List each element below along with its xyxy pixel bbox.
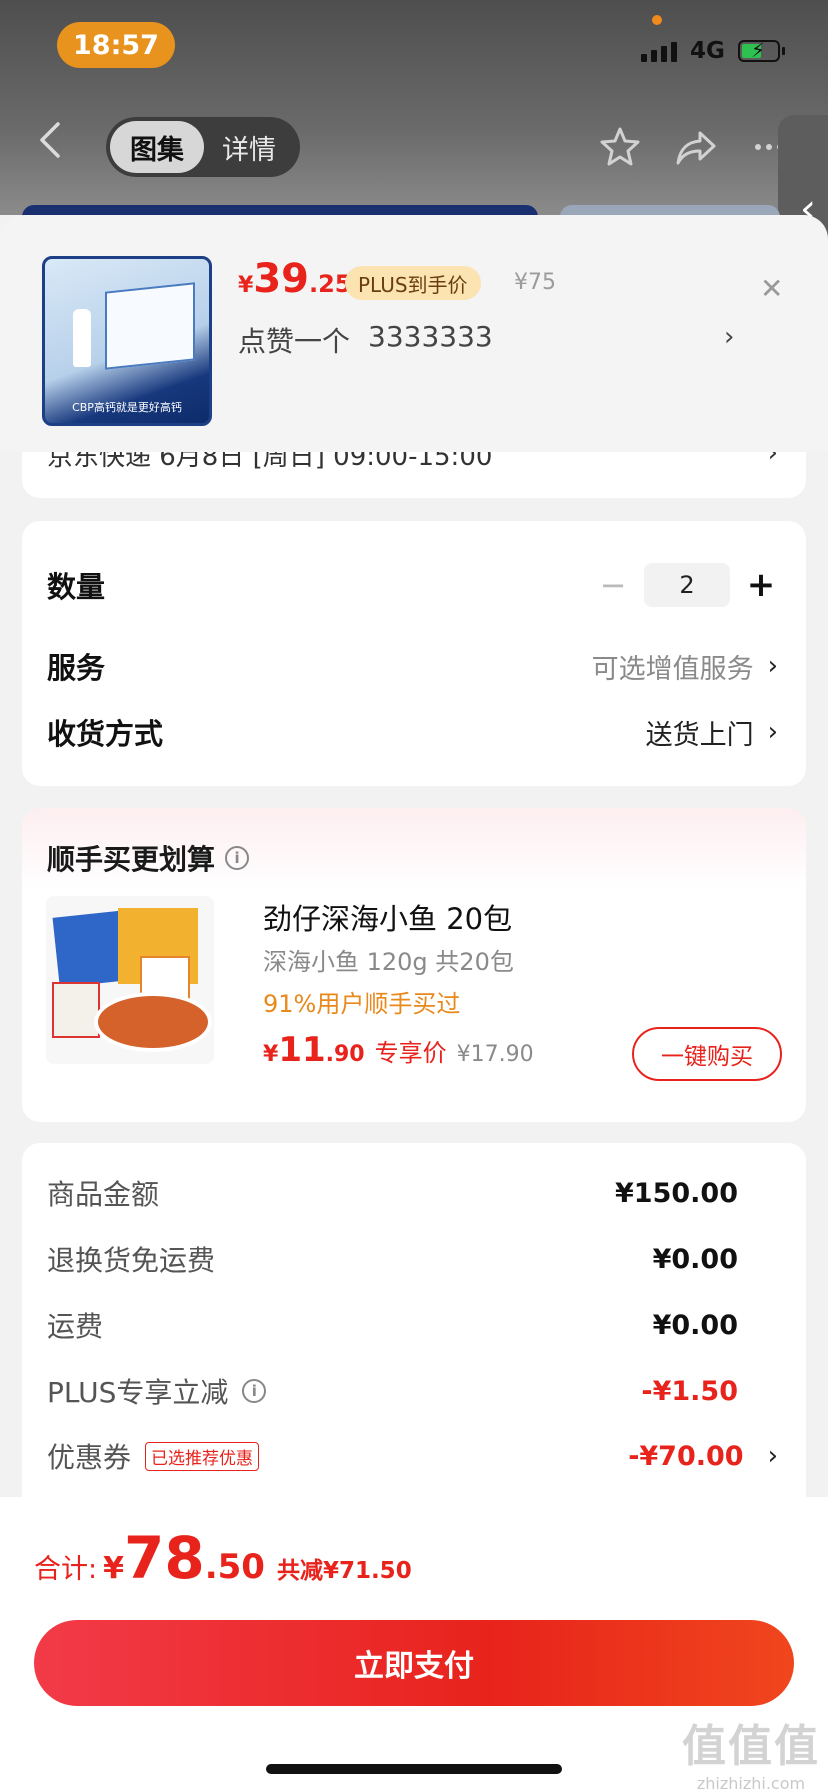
snack-spec: 深海小鱼 120g 共20包	[263, 948, 514, 976]
info-icon[interactable]: i	[225, 846, 250, 870]
quantity-stepper: − 2 +	[596, 563, 778, 607]
cross-sell-title-row: 顺手买更划算 i	[47, 838, 250, 878]
snack-purchase-stat: 91%用户顺手买过	[263, 990, 461, 1018]
free-return-row: 退换货免运费 ¥0.00	[47, 1239, 778, 1279]
plus-discount-value: -¥1.50	[641, 1375, 738, 1407]
product-bottle-graphic	[73, 309, 91, 367]
goods-amount-label: 商品金额	[47, 1178, 160, 1211]
site-watermark: 值值值 zhizhizhi.com	[678, 1710, 824, 1792]
pay-now-button[interactable]: 立即支付	[34, 1620, 794, 1706]
battery-cap	[782, 47, 785, 55]
freight-label: 运费	[47, 1310, 104, 1343]
snack-price: ¥11.90	[263, 1030, 365, 1070]
back-icon[interactable]	[36, 120, 66, 160]
options-card: 数量 − 2 + 服务 可选增值服务 › 收货方式 送货上门 ›	[22, 521, 806, 786]
snack-price-row: ¥11.90 专享价 ¥17.90	[263, 1030, 534, 1070]
total-decimal: .50	[204, 1547, 265, 1587]
quantity-value[interactable]: 2	[644, 563, 730, 607]
info-icon[interactable]: i	[242, 1379, 267, 1403]
product-box-graphic	[105, 282, 195, 370]
freight-value: ¥0.00	[652, 1309, 738, 1341]
shipping-label: 收货方式	[47, 717, 164, 751]
snack-price-decimal: .90	[325, 1042, 365, 1067]
total-integer: 78	[123, 1524, 205, 1592]
delivery-card[interactable]: 京东快递 6月8日 [周日] 09:00-15:00 ›	[22, 452, 806, 498]
coupon-value-group: -¥70.00 ›	[628, 1441, 778, 1472]
total-saved: 共减¥71.50	[276, 1558, 412, 1584]
watermark-url: zhizhizhi.com	[696, 1774, 806, 1792]
plus-discount-row: PLUS专享立减 i -¥1.50	[47, 1371, 778, 1411]
price-integer: 39	[253, 256, 309, 302]
snack-packet	[52, 982, 100, 1038]
status-time: 18:57	[57, 22, 175, 68]
privacy-indicator	[652, 15, 662, 25]
goods-amount-row: 商品金额 ¥150.00	[47, 1173, 778, 1213]
network-label: 4G	[690, 38, 725, 64]
plus-discount-label-group: PLUS专享立减 i	[47, 1371, 267, 1411]
chevron-right-icon: ›	[767, 651, 778, 681]
quantity-label: 数量	[47, 570, 106, 604]
spec-value: 3333333	[368, 320, 493, 353]
quantity-row: 数量 − 2 +	[47, 563, 778, 607]
free-return-value: ¥0.00	[652, 1243, 738, 1275]
service-value-group: 可选增值服务 ›	[592, 647, 778, 686]
tab-details[interactable]: 详情	[204, 121, 294, 173]
coupon-tag: 已选推荐优惠	[145, 1441, 260, 1471]
fees-card: 商品金额 ¥150.00 退换货免运费 ¥0.00 运费 ¥0.00 PLUS专…	[22, 1143, 806, 1523]
chevron-right-icon[interactable]: ›	[768, 452, 778, 468]
service-label: 服务	[47, 651, 106, 685]
close-icon[interactable]: ✕	[760, 272, 783, 305]
total-symbol: ¥	[103, 1551, 124, 1586]
service-row[interactable]: 服务 可选增值服务 ›	[47, 645, 778, 687]
product-price: ¥ 39 .25	[238, 256, 352, 302]
snack-product-image[interactable]	[46, 896, 214, 1064]
total-amount: 合计: ¥ 78 .50 共减¥71.50	[34, 1524, 412, 1592]
delivery-text: 京东快递 6月8日 [周日] 09:00-15:00	[47, 452, 493, 472]
shipping-value: 送货上门	[645, 719, 754, 751]
selected-spec[interactable]: 点赞一个 3333333	[238, 320, 493, 360]
exclusive-price-tag: 专享价	[374, 1039, 447, 1067]
service-value: 可选增值服务	[591, 653, 754, 685]
snack-price-symbol: ¥	[263, 1042, 279, 1067]
thumb-banner-text: CBP高钙就是更好高钙	[72, 401, 182, 414]
one-click-buy-button[interactable]: 一键购买	[632, 1027, 782, 1081]
spec-prefix: 点赞一个	[238, 325, 351, 358]
battery-icon: ⚡	[738, 38, 780, 62]
snack-old-price: ¥17.90	[456, 1042, 534, 1067]
view-toggle: 图集 详情	[106, 117, 300, 177]
shipping-method-row[interactable]: 收货方式 送货上门 ›	[47, 711, 778, 753]
shipping-value-group: 送货上门 ›	[646, 713, 778, 752]
snack-plate	[94, 992, 212, 1052]
plus-price-badge: PLUS到手价	[345, 266, 481, 300]
watermark-logo: 值值值	[682, 1721, 820, 1772]
total-label: 合计:	[34, 1554, 98, 1585]
product-thumbnail[interactable]: CBP高钙就是更好高钙	[42, 256, 212, 426]
snack-price-integer: 11	[278, 1030, 326, 1070]
minus-icon[interactable]: −	[596, 566, 630, 604]
chevron-right-icon: ›	[767, 717, 778, 747]
home-indicator	[266, 1764, 562, 1774]
plus-discount-label: PLUS专享立减	[47, 1376, 229, 1409]
goods-amount-value: ¥150.00	[615, 1177, 738, 1209]
coupon-row[interactable]: 优惠券 已选推荐优惠 -¥70.00 ›	[47, 1436, 778, 1476]
freight-row: 运费 ¥0.00	[47, 1305, 778, 1345]
price-symbol: ¥	[238, 273, 254, 298]
signal-icon	[641, 42, 677, 62]
coupon-value: -¥70.00	[628, 1440, 744, 1472]
star-icon[interactable]	[598, 125, 642, 169]
tab-gallery[interactable]: 图集	[110, 121, 204, 173]
cross-sell-card: 顺手买更划算 i 劲仔深海小鱼 20包 深海小鱼 120g 共20包 91%用户…	[22, 808, 806, 1122]
share-icon[interactable]	[674, 125, 718, 169]
original-price: ¥75	[514, 270, 556, 295]
plus-icon[interactable]: +	[744, 565, 778, 605]
snack-name[interactable]: 劲仔深海小鱼 20包	[263, 896, 512, 938]
cross-sell-title: 顺手买更划算	[47, 843, 216, 876]
coupon-label: 优惠券	[47, 1441, 132, 1474]
free-return-label: 退换货免运费	[47, 1244, 216, 1277]
chevron-right-icon[interactable]: ›	[724, 322, 734, 352]
chevron-right-icon: ›	[767, 1441, 778, 1471]
coupon-label-group: 优惠券 已选推荐优惠	[47, 1436, 260, 1476]
